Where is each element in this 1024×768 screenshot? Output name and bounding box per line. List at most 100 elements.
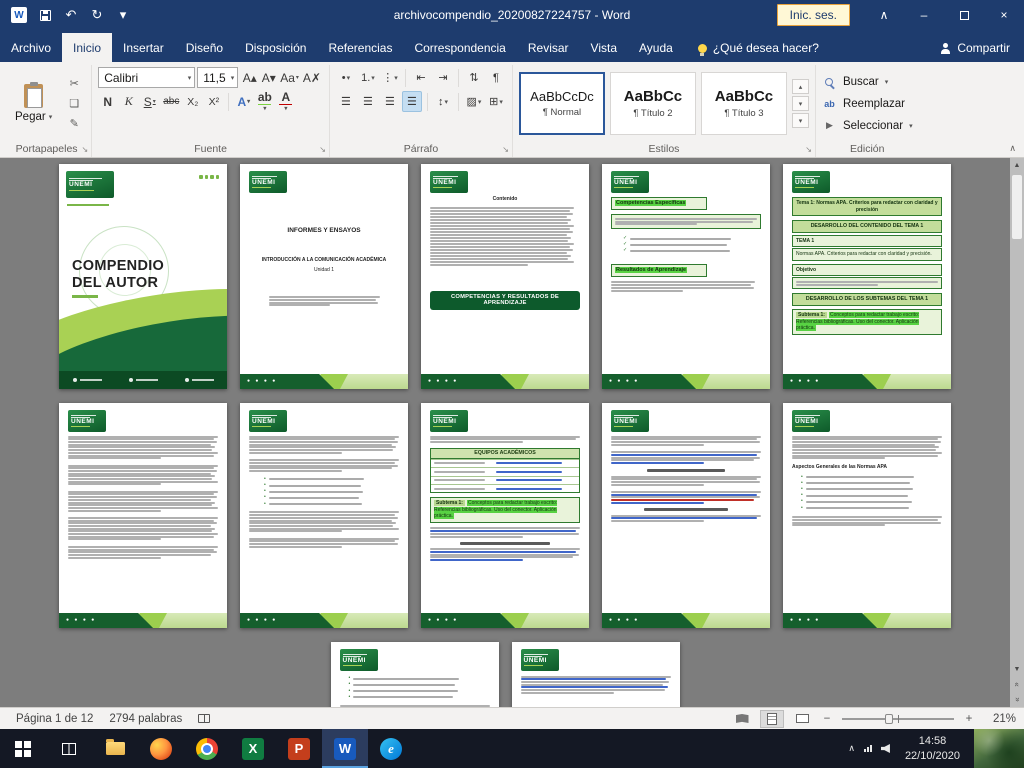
bold-button[interactable]: N: [98, 91, 117, 112]
replace-button[interactable]: abReemplazar: [822, 95, 913, 112]
paste-button[interactable]: Pegar▾: [8, 82, 59, 125]
numbered-list-button[interactable]: 1.▾: [358, 67, 378, 88]
multilevel-list-button[interactable]: ⋮▾: [380, 67, 400, 88]
undo-button[interactable]: ↶: [60, 2, 82, 28]
text-highlight-button[interactable]: ab▾: [255, 91, 274, 112]
taskbar-clock[interactable]: 14:58 22/10/2020: [899, 734, 966, 763]
page-thumbnail[interactable]: UNEMI: [602, 403, 770, 628]
sort-button[interactable]: ⇅: [464, 67, 484, 88]
page-thumbnail[interactable]: UNEMI: [512, 642, 680, 707]
powerpoint-button[interactable]: P: [276, 729, 322, 768]
page-thumbnail[interactable]: UNEMIEQUIPOS ACADÉMICOSSubtema 1:Concept…: [421, 403, 589, 628]
vertical-scrollbar[interactable]: ▲ ▼ « «: [1010, 158, 1024, 707]
zoom-percentage[interactable]: 21%: [982, 713, 1016, 725]
font-dialog-launcher[interactable]: ↘: [319, 145, 326, 154]
excel-button[interactable]: X: [230, 729, 276, 768]
customize-quick-access-button[interactable]: ▾: [112, 2, 134, 28]
format-painter-button[interactable]: ✎: [63, 115, 85, 132]
ribbon-display-options-button[interactable]: ∧: [864, 0, 904, 30]
web-layout-button[interactable]: [790, 710, 814, 728]
hidden-icons-chevron[interactable]: ∧: [848, 743, 855, 754]
subscript-button[interactable]: X₂: [183, 91, 202, 112]
spelling-status-button[interactable]: [190, 714, 218, 723]
word-count[interactable]: 2794 palabras: [101, 713, 190, 725]
sign-in-button[interactable]: Inic. ses.: [777, 4, 850, 26]
paragraph-dialog-launcher[interactable]: ↘: [502, 145, 509, 154]
tab-insertar[interactable]: Insertar: [112, 33, 175, 62]
page-thumbnail[interactable]: UNEMIContenidoCOMPETENCIAS Y RESULTADOS …: [421, 164, 589, 389]
tab-diseño[interactable]: Diseño: [175, 33, 234, 62]
styles-scroll-down-icon[interactable]: ▾: [792, 96, 809, 111]
save-button[interactable]: [34, 2, 56, 28]
edge-button[interactable]: e: [368, 729, 414, 768]
decrease-indent-button[interactable]: ⇤: [411, 67, 431, 88]
volume-icon[interactable]: [881, 744, 890, 753]
chrome-button[interactable]: [184, 729, 230, 768]
collapse-ribbon-button[interactable]: ∧: [1009, 143, 1016, 154]
show-marks-button[interactable]: ¶: [486, 67, 506, 88]
shading-button[interactable]: ▨▾: [464, 91, 484, 112]
clear-formatting-button[interactable]: A✗: [301, 67, 323, 88]
font-color-button[interactable]: A▾: [276, 91, 295, 112]
clipboard-dialog-launcher[interactable]: ↘: [82, 145, 89, 154]
word-button[interactable]: W: [322, 729, 368, 768]
select-button[interactable]: ▶Seleccionar▾: [822, 117, 913, 134]
page-indicator[interactable]: Página 1 de 12: [8, 713, 101, 725]
line-spacing-button[interactable]: ↕▾: [433, 91, 453, 112]
align-left-button[interactable]: ☰: [336, 91, 356, 112]
align-right-button[interactable]: ☰: [380, 91, 400, 112]
network-icon[interactable]: [864, 745, 872, 752]
page-thumbnail[interactable]: UNEMI••••: [331, 642, 499, 707]
zoom-out-button[interactable]: −: [820, 713, 834, 725]
style-card[interactable]: AaBbCc¶ Título 3: [701, 72, 787, 135]
underline-button[interactable]: S▾: [140, 91, 159, 112]
page-thumbnail[interactable]: UNEMIINFORMES Y ENSAYOSINTRODUCCIÓN A LA…: [240, 164, 408, 389]
italic-button[interactable]: K: [119, 91, 138, 112]
print-layout-button[interactable]: [760, 710, 784, 728]
cut-button[interactable]: ✂: [63, 75, 85, 92]
page-thumbnail[interactable]: UNEMICompetencias Específicas✓✓✓Resultad…: [602, 164, 770, 389]
find-button[interactable]: Buscar▾: [822, 73, 913, 90]
tab-correspondencia[interactable]: Correspondencia: [403, 33, 516, 62]
bullet-list-button[interactable]: •▾: [336, 67, 356, 88]
shrink-font-button[interactable]: A▾: [259, 67, 278, 88]
tab-vista[interactable]: Vista: [580, 33, 628, 62]
read-mode-button[interactable]: [730, 710, 754, 728]
restore-button[interactable]: [944, 0, 984, 30]
page-thumbnail[interactable]: UNEMI•••••: [240, 403, 408, 628]
change-case-button[interactable]: Aa▾: [278, 67, 301, 88]
share-button[interactable]: Compartir: [940, 41, 1010, 55]
scrollbar-up-button[interactable]: ▲: [1010, 158, 1024, 173]
zoom-in-button[interactable]: +: [962, 713, 976, 725]
borders-button[interactable]: ⊞▾: [486, 91, 506, 112]
firefox-button[interactable]: [138, 729, 184, 768]
minimize-button[interactable]: –: [904, 0, 944, 30]
styles-scroll-up-icon[interactable]: ▴: [792, 79, 809, 94]
file-explorer-button[interactable]: [92, 729, 138, 768]
increase-indent-button[interactable]: ⇥: [433, 67, 453, 88]
justify-button[interactable]: ☰: [402, 91, 422, 112]
tab-ayuda[interactable]: Ayuda: [628, 33, 684, 62]
page-thumbnail[interactable]: UNEMIAspectos Generales de las Normas AP…: [783, 403, 951, 628]
styles-dialog-launcher[interactable]: ↘: [805, 145, 812, 154]
zoom-slider[interactable]: [842, 718, 954, 720]
align-center-button[interactable]: ☰: [358, 91, 378, 112]
scrollbar-down-button[interactable]: ▼: [1010, 662, 1024, 677]
start-button[interactable]: [0, 729, 46, 768]
style-card[interactable]: AaBbCcDc¶ Normal: [519, 72, 605, 135]
tab-inicio[interactable]: Inicio: [62, 33, 112, 62]
font-family-combo[interactable]: Calibri▾: [98, 67, 195, 88]
page-thumbnail[interactable]: UNEMI: [59, 403, 227, 628]
zoom-slider-handle[interactable]: [885, 714, 893, 724]
next-page-button[interactable]: «: [1010, 693, 1024, 707]
text-effects-button[interactable]: A▾: [234, 91, 253, 112]
task-view-button[interactable]: [46, 729, 92, 768]
scrollbar-thumb[interactable]: [1012, 175, 1022, 239]
tab-disposición[interactable]: Disposición: [234, 33, 317, 62]
styles-more-icon[interactable]: ▾: [792, 113, 809, 128]
tell-me-box[interactable]: ¿Qué desea hacer?: [698, 41, 819, 55]
strikethrough-button[interactable]: abc: [161, 91, 181, 112]
redo-button[interactable]: ↻: [86, 2, 108, 28]
copy-button[interactable]: ❏: [63, 95, 85, 112]
style-card[interactable]: AaBbCc¶ Título 2: [610, 72, 696, 135]
